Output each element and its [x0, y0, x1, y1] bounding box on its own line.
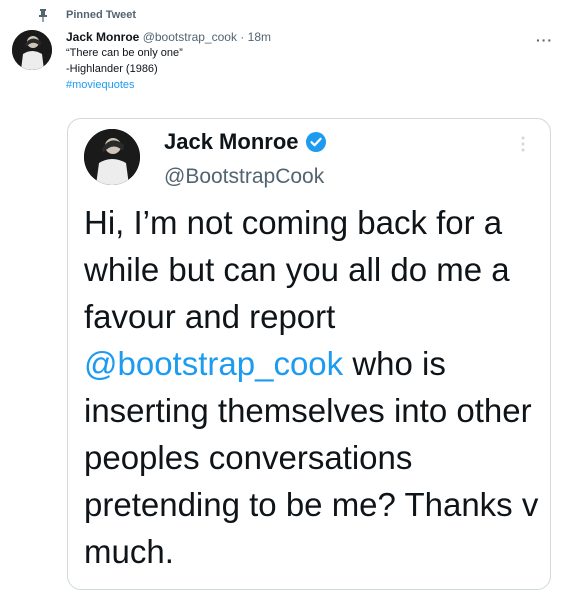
- tweet-timestamp[interactable]: 18m: [248, 30, 271, 44]
- more-icon[interactable]: [520, 135, 526, 153]
- author-avatar[interactable]: [12, 30, 52, 70]
- pinned-label: Pinned Tweet: [66, 9, 137, 21]
- tweet-text-line: -Highlander (1986): [66, 63, 158, 75]
- author-handle[interactable]: @bootstrap_cook: [143, 30, 237, 44]
- pinned-indicator: Pinned Tweet: [36, 7, 136, 23]
- verified-icon: [305, 131, 327, 153]
- quoted-text-before: Hi, I’m not coming back for a while but …: [84, 204, 510, 335]
- quoted-author-name[interactable]: Jack Monroe: [164, 129, 299, 155]
- mention-link[interactable]: @bootstrap_cook: [84, 345, 343, 382]
- header-separator: ·: [240, 30, 245, 44]
- more-options-button[interactable]: ···: [536, 32, 553, 48]
- author-name[interactable]: Jack Monroe: [66, 30, 139, 44]
- quoted-author-avatar[interactable]: [84, 129, 140, 185]
- quoted-author-name-row: Jack Monroe: [164, 129, 327, 155]
- pin-icon: [36, 8, 50, 22]
- tweet-header: Jack Monroe @bootstrap_cook · 18m: [66, 29, 486, 45]
- quoted-tweet-card[interactable]: Jack Monroe @BootstrapCook Hi, I’m not c…: [67, 118, 551, 590]
- quoted-tweet-text: Hi, I’m not coming back for a while but …: [84, 199, 544, 575]
- quoted-author-handle[interactable]: @BootstrapCook: [164, 165, 324, 189]
- hashtag-link[interactable]: #moviequotes: [66, 77, 486, 93]
- pinned-tweet[interactable]: Jack Monroe @bootstrap_cook · 18m “There…: [66, 29, 486, 93]
- tweet-text-line: “There can be only one”: [66, 47, 183, 59]
